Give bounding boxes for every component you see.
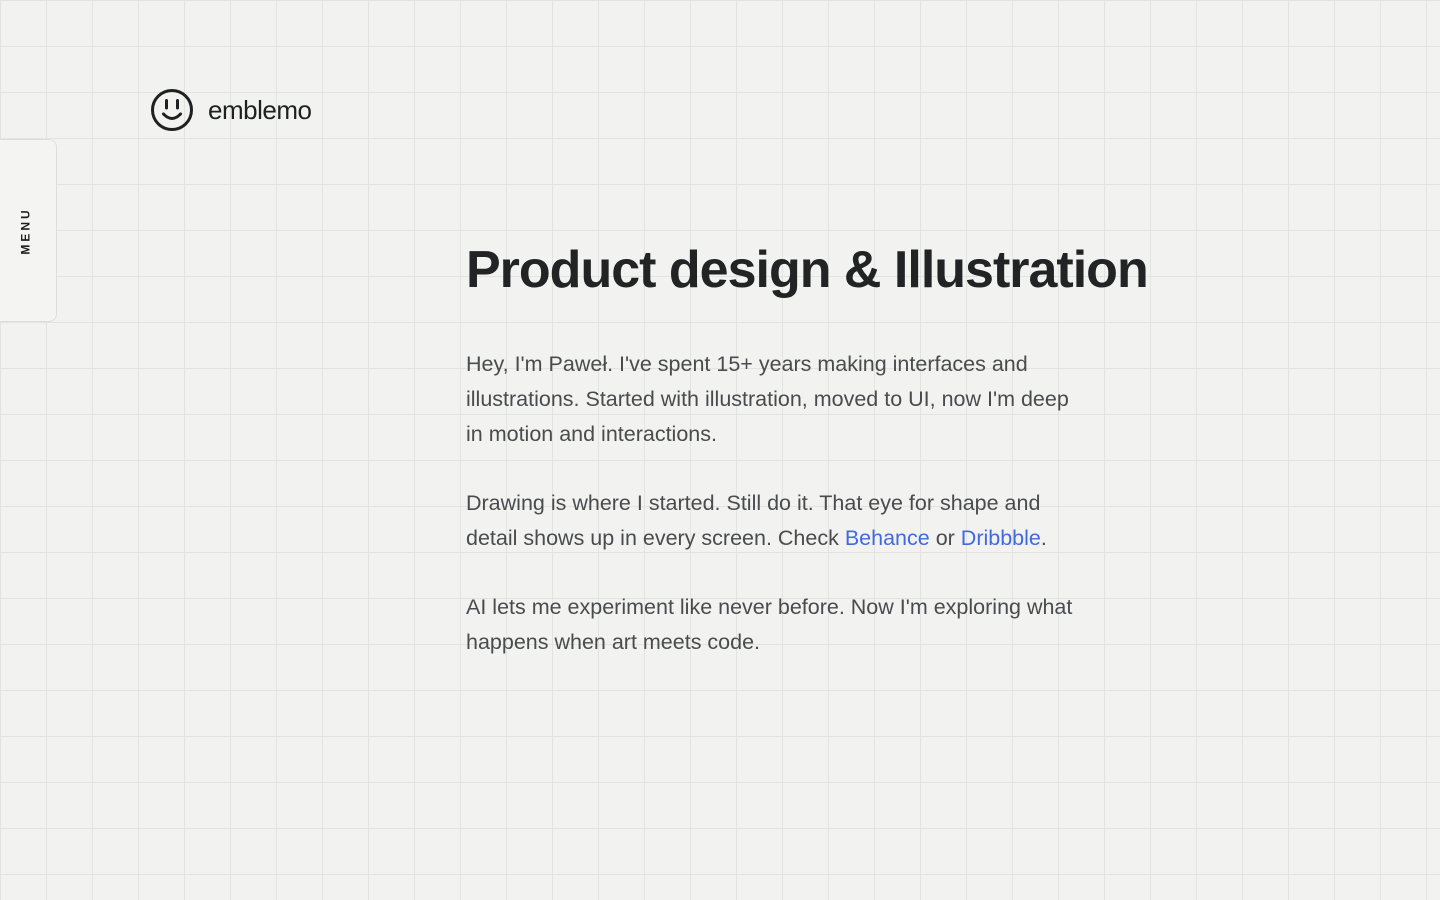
menu-button[interactable]: MENU [0,139,57,322]
smiley-face-icon [151,89,193,131]
logo-text: emblemo [208,94,312,125]
drawing-paragraph-connector: or [929,526,961,550]
drawing-paragraph: Drawing is where I started. Still do it.… [466,486,1086,556]
drawing-paragraph-end: . [1040,526,1047,550]
menu-label: MENU [19,206,33,255]
ai-paragraph: AI lets me experiment like never before.… [466,595,1073,654]
page-title: Product design & Illustration [466,241,1149,299]
intro-paragraph: Hey, I'm Paweł. I've spent 15+ years mak… [466,352,1069,446]
dribbble-link[interactable]: Dribbble [961,526,1041,550]
behance-link[interactable]: Behance [845,526,930,550]
main-content: Product design & Illustration Hey, I'm P… [466,238,1186,660]
logo-link[interactable]: emblemo [150,88,312,132]
